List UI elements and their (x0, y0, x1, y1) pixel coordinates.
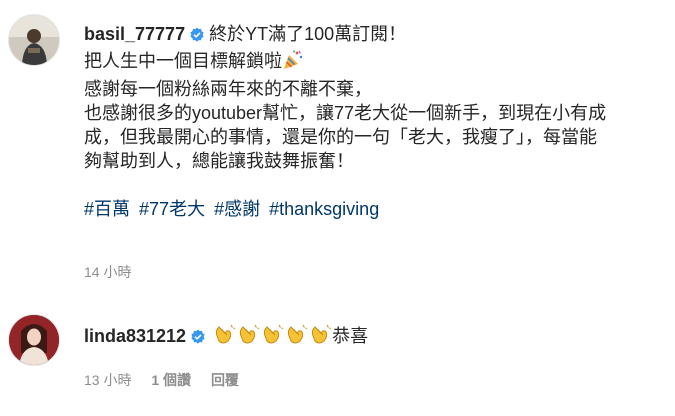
reply-likes-count[interactable]: 1 個讚 (151, 372, 191, 388)
reply-username[interactable]: linda831212 (84, 326, 186, 346)
avatar-image (9, 315, 59, 365)
clapping-hands-emoji (260, 322, 284, 352)
hashtag-link[interactable]: #感謝 (214, 199, 260, 219)
caption-line-4: 也感謝很多的youtuber幫忙，讓77老大從一個新手，到現在小有成 (84, 103, 607, 123)
caption-meta: 14 小時 (84, 262, 147, 282)
caption-line-3: 感謝每一個粉絲兩年來的不離不棄， (84, 79, 372, 99)
reply-timestamp[interactable]: 13 小時 (84, 372, 131, 388)
hashtag-row: #百萬 #77老大 #感謝 #thanksgiving (84, 197, 675, 221)
verified-badge-icon (189, 25, 205, 49)
verified-badge-icon (190, 327, 206, 351)
caption-text: 終於YT滿了100萬訂閱！ (209, 24, 407, 44)
avatar[interactable] (8, 14, 60, 66)
clapping-hands-emoji (284, 322, 308, 352)
reply-line: linda831212 恭喜 (84, 322, 675, 352)
caption-line-5: 成，但我最開心的事情，還是你的一句「老大，我瘦了」，每當能 (84, 127, 597, 147)
clapping-hands-emoji (308, 322, 332, 352)
avatar[interactable] (8, 314, 60, 366)
clapping-hands-emoji (212, 322, 236, 352)
reply-button[interactable]: 回覆 (211, 372, 239, 388)
clap-emojis (212, 324, 332, 346)
hashtag-link[interactable]: #77老大 (139, 199, 205, 219)
hashtag-link[interactable]: #百萬 (84, 199, 130, 219)
clapping-hands-emoji (236, 322, 260, 352)
caption-text: 把人生中一個目標解鎖啦 (84, 51, 282, 71)
caption-line-2: 把人生中一個目標解鎖啦 (84, 49, 675, 77)
caption-timestamp[interactable]: 14 小時 (84, 264, 131, 280)
caption-line-1: basil_77777 終於YT滿了100萬訂閱！ (84, 22, 675, 49)
party-popper-emoji (282, 49, 304, 77)
hashtag-link[interactable]: #thanksgiving (269, 199, 379, 219)
caption-username[interactable]: basil_77777 (84, 24, 185, 44)
avatar-image (9, 15, 59, 65)
reply-meta: 13 小時 1 個讚 回覆 (84, 370, 255, 390)
reply-text: 恭喜 (332, 326, 369, 346)
caption-line-6: 夠幫助到人，總能讓我鼓舞振奮！ (84, 151, 354, 171)
